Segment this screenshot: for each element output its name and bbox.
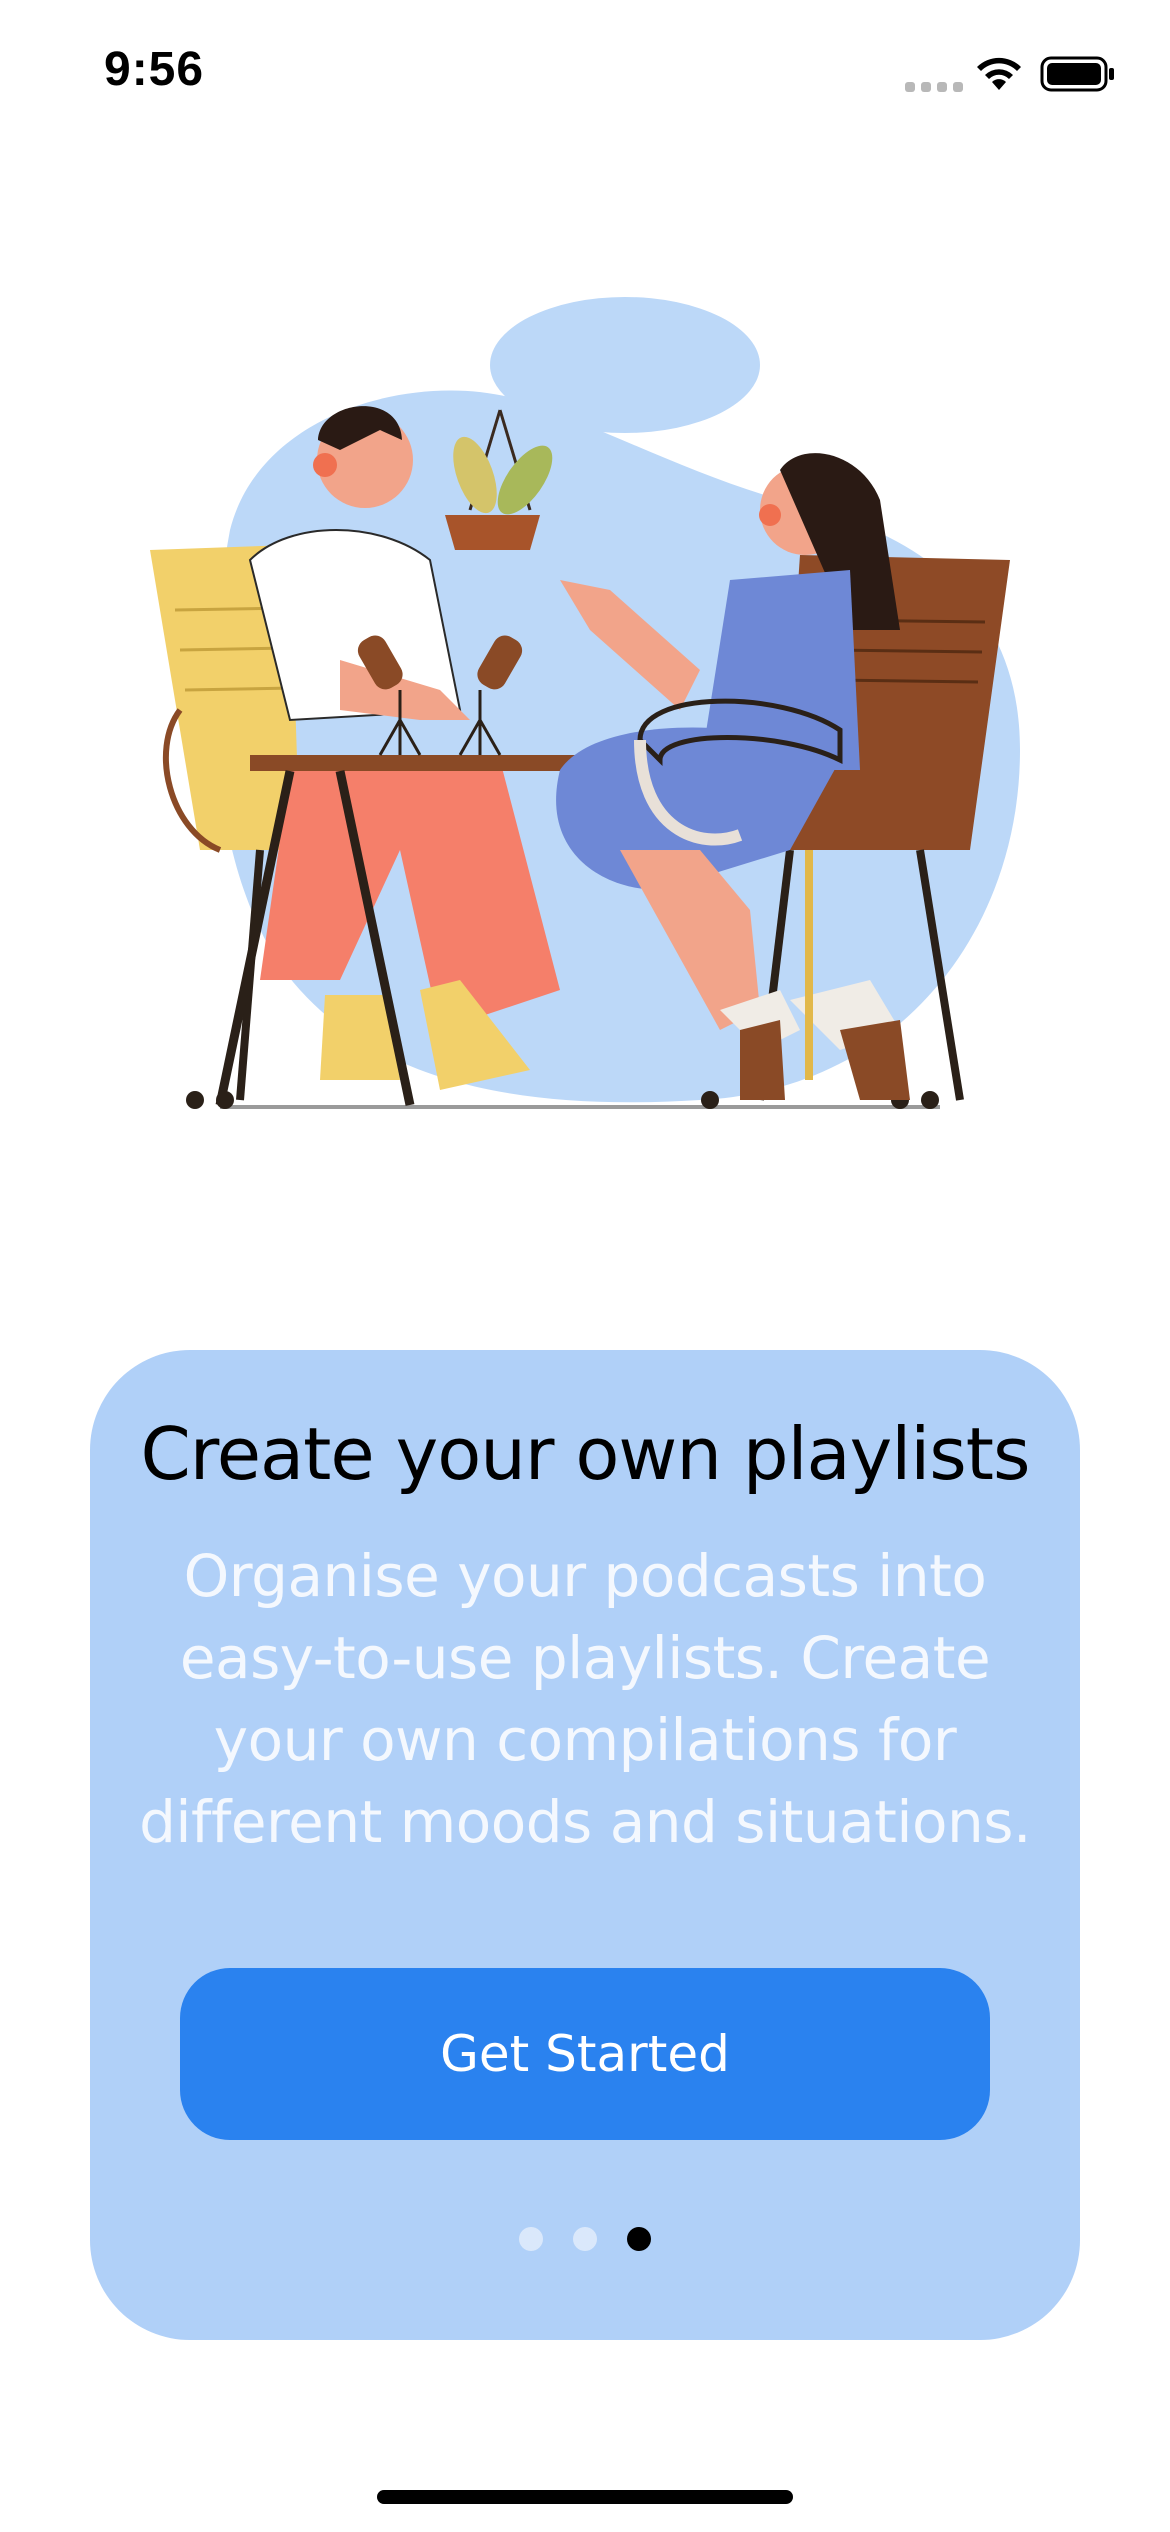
status-bar: 9:56 bbox=[0, 0, 1170, 140]
home-indicator[interactable] bbox=[377, 2490, 793, 2504]
onboarding-title: Create your own playlists bbox=[140, 1412, 1030, 1496]
page-indicator[interactable] bbox=[90, 2227, 1080, 2251]
get-started-button[interactable]: Get Started bbox=[180, 1968, 990, 2140]
page-dot-2[interactable] bbox=[573, 2227, 597, 2251]
signal-icon bbox=[905, 82, 963, 92]
battery-icon bbox=[1040, 56, 1114, 92]
page-dot-3-active[interactable] bbox=[627, 2227, 651, 2251]
page-dot-1[interactable] bbox=[519, 2227, 543, 2251]
onboarding-card: Create your own playlists Organise your … bbox=[90, 1350, 1080, 2340]
status-time: 9:56 bbox=[104, 43, 205, 96]
podcast-hosts-illustration bbox=[150, 297, 1020, 1109]
onboarding-description: Organise your podcasts into easy-to-use … bbox=[139, 1542, 1031, 1856]
wifi-icon bbox=[977, 57, 1021, 90]
